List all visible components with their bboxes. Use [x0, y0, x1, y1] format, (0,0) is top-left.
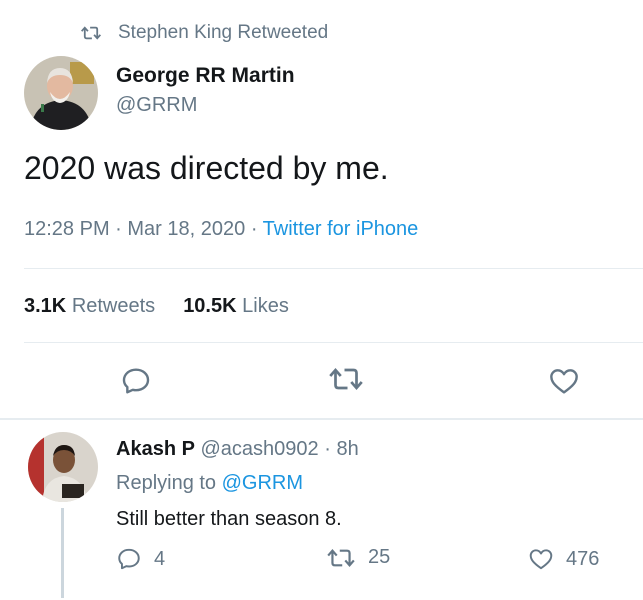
retweet-icon	[80, 26, 102, 40]
replying-to: Replying to @GRRM	[116, 472, 303, 495]
tweet-date[interactable]: Mar 18, 2020	[127, 218, 245, 240]
avatar[interactable]	[24, 56, 98, 130]
reply-retweet-count: 25	[368, 546, 391, 568]
reply-actions: 4 25 476	[0, 546, 643, 576]
author-handle[interactable]: @GRRM	[116, 94, 295, 117]
reply-author-name[interactable]: Akash P	[116, 438, 195, 460]
divider	[24, 342, 643, 343]
reply-icon	[118, 548, 140, 570]
reply-like-count: 476	[566, 547, 600, 570]
likes-label: Likes	[242, 295, 289, 317]
retweet-icon[interactable]	[328, 365, 364, 393]
heart-icon	[529, 549, 553, 570]
reply-avatar[interactable]	[28, 432, 98, 502]
reply-reply-button[interactable]: 4	[116, 546, 165, 572]
retweets-label: Retweets	[71, 295, 156, 317]
retweet-notice[interactable]: Stephen King Retweeted	[80, 22, 328, 44]
meta-separator: ·	[115, 218, 128, 240]
retweet-notice-text: Stephen King Retweeted	[118, 22, 329, 43]
reply-age[interactable]: 8h	[336, 438, 358, 460]
reply-icon[interactable]	[120, 365, 152, 397]
meta-separator: ·	[324, 438, 337, 460]
reply-retweet-button[interactable]: 25	[326, 546, 390, 569]
likes-stat[interactable]: 10.5K Likes	[183, 295, 289, 317]
tweet-time[interactable]: 12:28 PM	[24, 218, 110, 240]
retweet-icon	[327, 548, 355, 567]
reply-like-button[interactable]: 476	[528, 546, 599, 572]
tweet-source[interactable]: Twitter for iPhone	[263, 218, 419, 240]
author-name[interactable]: George RR Martin	[116, 64, 295, 88]
tweet-stats: 3.1K Retweets 10.5K Likes	[24, 295, 289, 318]
heart-icon[interactable]	[548, 365, 580, 397]
tweet-meta: 12:28 PM · Mar 18, 2020 · Twitter for iP…	[24, 218, 418, 241]
reply-header: Akash P @acash0902 · 8h	[116, 438, 359, 461]
retweets-count: 3.1K	[24, 295, 67, 317]
author-block[interactable]: George RR Martin @GRRM	[116, 64, 295, 117]
reply-author-handle[interactable]: @acash0902	[201, 438, 319, 460]
tweet-actions	[0, 365, 643, 401]
reply-tweet[interactable]: Akash P @acash0902 · 8h Replying to @GRR…	[0, 420, 643, 600]
replying-to-mention[interactable]: @GRRM	[222, 472, 303, 494]
meta-separator: ·	[250, 218, 263, 240]
tweet-text: 2020 was directed by me.	[24, 150, 389, 186]
reply-count: 4	[154, 547, 166, 570]
likes-count: 10.5K	[183, 295, 237, 317]
reply-text: Still better than season 8.	[116, 508, 342, 530]
divider	[24, 268, 643, 269]
retweets-stat[interactable]: 3.1K Retweets	[24, 295, 155, 317]
replying-to-label: Replying to	[116, 472, 217, 494]
main-tweet: Stephen King Retweeted George RR Martin …	[0, 0, 643, 420]
